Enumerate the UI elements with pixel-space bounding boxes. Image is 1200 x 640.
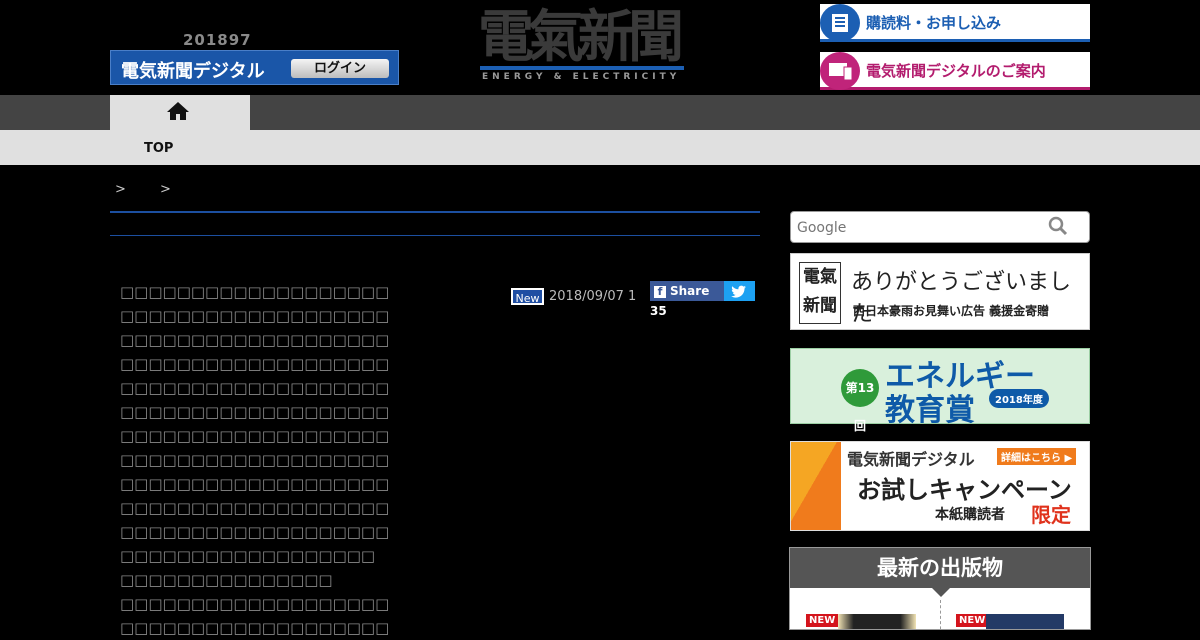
trial-title: 電気新聞デジタル [847,450,975,469]
subscribe-button[interactable]: 購読料・お申し込み [820,4,1090,42]
thanks-logo-bottom: 新聞 [803,296,837,316]
article-line: □□□□□□□□□□□□□□□□□□□ [120,619,390,637]
breadcrumb[interactable]: > > [115,182,171,197]
article-line: □□□□□□□□□□□□□□□□□□□ [120,427,390,445]
article-line: □□□□□□□□□□□□□□□□□□ [120,547,376,565]
facebook-icon: f [654,285,666,298]
publication-new-badge: NEW [806,614,839,627]
article-line: □□□□□□□□□□□□□□□□□□□ [120,403,390,421]
digital-guide-label: 電気新聞デジタルのご案内 [866,62,1046,80]
article-line: □□□□□□□□□□□□□□□ [120,571,333,589]
article-line: □□□□□□□□□□□□□□□□□□□ [120,523,390,541]
digital-guide-button[interactable]: 電気新聞デジタルのご案内 [820,52,1090,90]
article-line: □□□□□□□□□□□□□□□□□□□ [120,355,390,373]
login-button[interactable]: ログイン [291,59,389,78]
latest-publications: 最新の出版物 NEW NEW [789,547,1091,630]
article-line: □□□□□□□□□□□□□□□□□□□ [120,475,390,493]
energy-year-badge: 2018年度 [989,389,1049,408]
thanks-subtitle: 西日本豪雨お見舞い広告 義援金寄贈 [853,304,1050,318]
facebook-share-button[interactable]: f Share 35 [650,281,724,318]
article-line: □□□□□□□□□□□□□□□□□□□ [120,307,390,325]
twitter-icon [731,284,747,303]
site-logo[interactable]: 電氣新聞 ENERGY & ELECTRICITY [478,6,684,82]
trial-stripe [791,442,841,530]
article-line: □□□□□□□□□□□□□□□□□□□ [120,283,390,301]
article-line: □□□□□□□□□□□□□□□□□□□ [120,331,390,349]
trial-audience: 本紙購読者 [935,507,1005,523]
title-rule-bottom [110,235,760,236]
article-line: □□□□□□□□□□□□□□□□□□□ [120,379,390,397]
search-icon[interactable] [1047,215,1069,241]
publication-cover[interactable] [986,614,1064,629]
thanks-logo-top: 電氣 [803,267,837,287]
nav-home-label: TOP [144,141,174,156]
article-body: □□□□□□□□□□□□□□□□□□□ □□□□□□□□□□□□□□□□□□□ … [120,280,390,640]
heading-pointer [932,588,950,597]
thanks-banner[interactable]: 電氣 新聞 ありがとうございました 西日本豪雨お見舞い広告 義援金寄贈 [790,253,1090,330]
energy-education-banner[interactable]: 第13回 エネルギー 教育賞 2018年度 [790,348,1090,433]
newspaper-icon [820,4,860,42]
thanks-logo: 電氣 新聞 [799,262,841,324]
digital-login-banner[interactable]: 電気新聞デジタル ログイン [110,50,399,85]
title-rule-top [110,211,760,213]
energy-title-2: 教育賞 [885,393,975,428]
new-badge: New [511,288,544,305]
trial-campaign-banner[interactable]: 電気新聞デジタル 詳細はこちら ▶ お試しキャンペーン 本紙購読者 限定 [790,441,1090,531]
publication-new-badge: NEW [956,614,989,627]
subscribe-label: 購読料・お申し込み [866,14,1002,32]
nav-home-tab[interactable]: TOP [110,95,250,165]
article-line: □□□□□□□□□□□□□□□□□□□ [120,451,390,469]
publications-heading: 最新の出版物 [790,548,1090,588]
logo-kanji: 電氣新聞 [478,4,684,70]
search-input[interactable] [795,219,1039,237]
post-date: 2018/09/07 1 [549,289,637,304]
article-line: □□□□□□□□□□□□□□□□□□□ [120,499,390,517]
publication-cover[interactable] [838,614,916,629]
home-icon [166,101,190,125]
twitter-share-button[interactable] [724,281,755,301]
site-search[interactable] [790,211,1090,243]
logo-subtitle: ENERGY & ELECTRICITY [482,72,681,82]
device-icon [820,52,860,90]
logo-underline [480,66,684,70]
article-line: □□□□□□□□□□□□□□□□□□□ [120,595,390,613]
header-date: 201897 [183,31,252,49]
digital-label: 電気新聞デジタル [121,61,265,82]
energy-edition-badge: 第13回 [841,369,879,433]
trial-detail-link[interactable]: 詳細はこちら ▶ [997,448,1077,465]
trial-limited: 限定 [1031,503,1071,527]
publications-divider [940,600,941,629]
